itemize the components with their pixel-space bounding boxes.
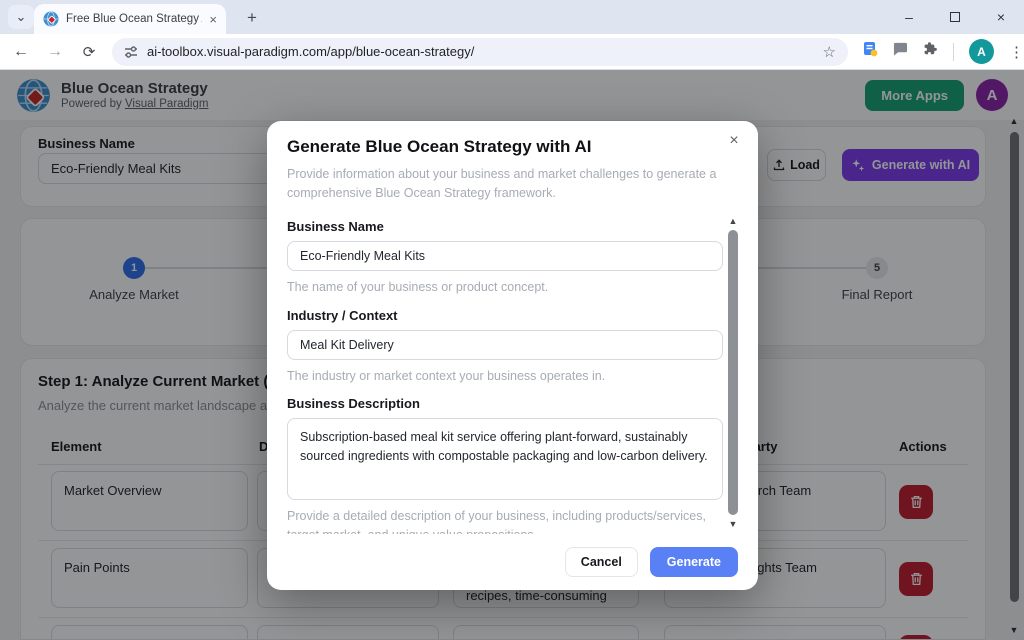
generate-button[interactable]: Generate [650,547,738,577]
bookmark-star-icon[interactable]: ☆ [823,43,836,61]
tab-search-button[interactable]: ⌄ [8,5,34,29]
chat-extension-icon[interactable] [893,42,908,61]
field-business-name-input[interactable] [287,241,723,271]
browser-addressbar: ← → ⟳ ai-toolbox.visual-paradigm.com/app… [0,34,1024,70]
toolbar-divider [953,43,954,61]
new-tab-button[interactable]: + [240,6,264,30]
url-text[interactable]: ai-toolbox.visual-paradigm.com/app/blue-… [147,44,823,59]
url-bar[interactable]: ai-toolbox.visual-paradigm.com/app/blue-… [112,38,848,66]
modal-scroll-down-icon[interactable]: ▼ [725,519,741,529]
caret-down-icon: ⌄ [16,9,27,25]
extensions-puzzle-icon[interactable] [923,42,938,62]
browser-tab[interactable]: Free Blue Ocean Strategy AI Too × [34,4,226,34]
extension-icons: A ⋮ [863,39,1024,64]
back-icon[interactable]: ← [8,43,34,61]
site-favicon [43,11,59,27]
window-minimize-button[interactable]: – [886,0,932,34]
modal-form: Business Name The name of your business … [267,204,758,534]
browser-menu-icon[interactable]: ⋮ [1009,43,1024,61]
field-description-help: Provide a detailed description of your b… [287,507,722,534]
field-industry-label: Industry / Context [287,308,722,323]
reload-icon[interactable]: ⟳ [76,43,102,61]
plus-icon: + [247,8,257,28]
field-business-name-help: The name of your business or product con… [287,278,722,297]
modal-scrollbar-thumb[interactable] [728,230,738,515]
window-maximize-button[interactable] [932,0,978,34]
modal-subtitle: Provide information about your business … [287,165,723,204]
maximize-icon [950,12,960,22]
field-description-label: Business Description [287,396,722,411]
drive-extension-icon[interactable] [863,41,878,62]
close-icon: × [997,9,1005,25]
minimize-icon: – [905,9,913,25]
modal-title: Generate Blue Ocean Strategy with AI [287,137,738,157]
browser-tabbar: ⌄ Free Blue Ocean Strategy AI Too × + – … [0,0,1024,34]
window-close-button[interactable]: × [978,0,1024,34]
forward-icon[interactable]: → [42,43,68,61]
modal-footer: Cancel Generate [267,534,758,590]
generate-ai-modal: × Generate Blue Ocean Strategy with AI P… [267,121,758,590]
window-controls: – × [886,0,1024,34]
field-industry-input[interactable] [287,330,723,360]
field-business-name-label: Business Name [287,219,722,234]
modal-close-icon[interactable]: × [723,132,745,154]
tab-close-icon[interactable]: × [209,13,217,26]
field-description-textarea[interactable]: Subscription-based meal kit service offe… [287,418,723,500]
browser-profile-avatar[interactable]: A [969,39,994,64]
site-settings-icon[interactable] [124,45,138,59]
cancel-button[interactable]: Cancel [565,547,638,577]
tab-title: Free Blue Ocean Strategy AI Too [66,13,202,25]
modal-scroll-up-icon[interactable]: ▲ [725,216,741,226]
modal-header: Generate Blue Ocean Strategy with AI Pro… [267,121,758,204]
field-industry-help: The industry or market context your busi… [287,367,722,386]
